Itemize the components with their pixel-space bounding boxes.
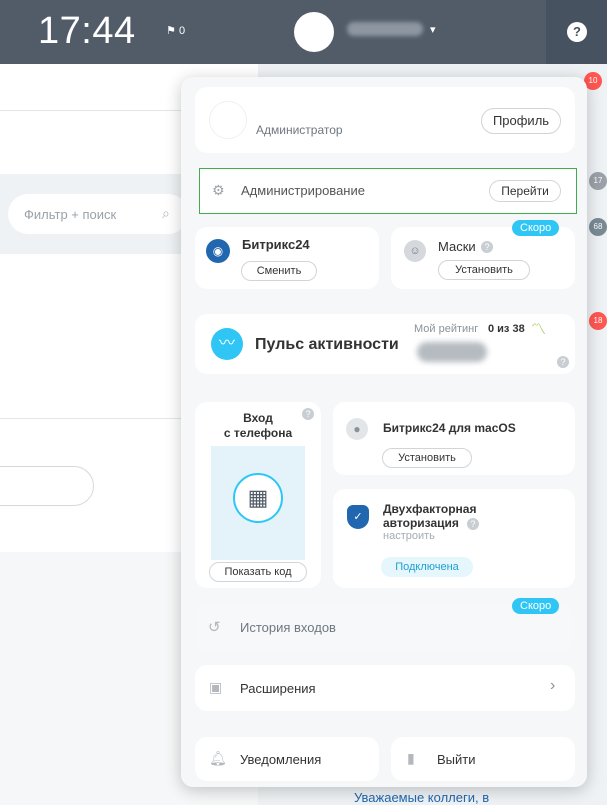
masks-card[interactable]: ☺ Маски ? Установить (391, 227, 575, 289)
pulse-icon: 〰 (211, 328, 243, 360)
rating-label: Мой рейтинг (414, 323, 479, 335)
macos-card[interactable]: ● Битрикс24 для macOS Установить (333, 402, 575, 475)
user-menu-popup: Администратор Профиль ⚙ Администрировани… (181, 77, 587, 787)
user-name-blurred[interactable] (347, 22, 423, 36)
masks-title: Маски (438, 239, 476, 254)
flag-icon: ⚑ (166, 25, 176, 37)
rating-value: 0 из 38 (488, 323, 525, 335)
twofa-title-line2: авторизация (383, 516, 459, 530)
settings-sliders-icon: ⚙ (212, 182, 225, 198)
trend-chart-icon: 〽 (531, 321, 547, 338)
user-role: Администратор (256, 123, 343, 137)
qr-code-icon[interactable]: ▦ (233, 473, 283, 523)
bitrix24-icon: ◉ (206, 239, 230, 263)
news-link[interactable]: Уважаемые коллеги, в (354, 790, 489, 805)
chevron-down-icon[interactable]: ▾ (430, 23, 436, 36)
profile-card[interactable]: Администратор Профиль (195, 87, 575, 153)
bell-icon: 🔔︎ (209, 750, 227, 766)
help-icon[interactable]: ? (302, 408, 314, 420)
change-button[interactable]: Сменить (241, 261, 317, 281)
flag-count: 0 (178, 25, 186, 37)
profile-button[interactable]: Профиль (481, 108, 561, 134)
search-filter-input[interactable]: Фильтр + поиск (8, 194, 188, 234)
twofa-status-badge: Подключена (381, 557, 473, 577)
pulse-title: Пульс активности (255, 336, 399, 353)
extensions-row[interactable]: ▣ Расширения › (195, 665, 575, 711)
blurred-avatars (417, 342, 487, 362)
user-avatar[interactable] (294, 12, 334, 52)
notifications-card[interactable]: 🔔︎ Уведомления (195, 737, 379, 781)
install-masks-button[interactable]: Установить (438, 260, 530, 280)
help-icon[interactable]: ? (557, 356, 569, 368)
soon-badge: Скоро (512, 220, 560, 236)
bitrix24-card[interactable]: ◉ Битрикс24 Сменить (195, 227, 379, 289)
mask-icon: ☺ (404, 240, 426, 262)
counter-badge[interactable]: 18 (589, 312, 607, 330)
search-icon[interactable]: ⌕ (162, 205, 170, 222)
apple-icon: ● (346, 418, 368, 440)
counter-badge[interactable]: 17 (589, 172, 607, 190)
chevron-right-icon: › (550, 677, 556, 694)
logout-door-icon: ▮ (407, 750, 415, 766)
phone-login-card[interactable]: Вход с телефона ? ▦ Показать код (195, 402, 321, 588)
background-input[interactable] (0, 466, 94, 506)
clock: 17:44 (38, 10, 136, 52)
logout-label: Выйти (437, 752, 476, 767)
macos-title: Битрикс24 для macOS (383, 421, 516, 435)
notifications-label: Уведомления (240, 752, 322, 767)
twofa-card[interactable]: ✓ Двухфакторная авторизация ? настроить … (333, 489, 575, 588)
twofa-title-line1: Двухфакторная (383, 502, 477, 516)
phone-login-title-line2: с телефона (223, 426, 293, 440)
shield-icon: ✓ (347, 505, 369, 529)
login-history-label: История входов (240, 620, 336, 635)
twofa-setup-link[interactable]: настроить (383, 530, 435, 542)
help-icon[interactable]: ? (481, 241, 493, 253)
counter-badge[interactable]: 68 (589, 218, 607, 236)
goto-button[interactable]: Перейти (489, 180, 561, 202)
admin-label: Администрирование (241, 183, 365, 198)
extensions-label: Расширения (240, 681, 316, 696)
extension-box-icon: ▣ (209, 679, 223, 695)
pulse-card[interactable]: 〰 Пульс активности Мой рейтинг 0 из 38 〽… (195, 314, 575, 374)
admin-row[interactable]: ⚙ Администрирование Перейти (199, 168, 577, 214)
profile-avatar (209, 101, 247, 139)
logout-card[interactable]: ▮ Выйти (391, 737, 575, 781)
bitrix24-title: Битрикс24 (242, 237, 310, 252)
history-icon: ↺ (208, 619, 221, 636)
flag-indicator[interactable]: ⚑ 0 (166, 24, 185, 37)
install-macos-button[interactable]: Установить (382, 448, 472, 468)
help-icon[interactable]: ? (467, 518, 479, 530)
soon-badge: Скоро (512, 598, 560, 614)
help-icon[interactable]: ? (567, 22, 587, 42)
show-code-button[interactable]: Показать код (209, 562, 307, 582)
